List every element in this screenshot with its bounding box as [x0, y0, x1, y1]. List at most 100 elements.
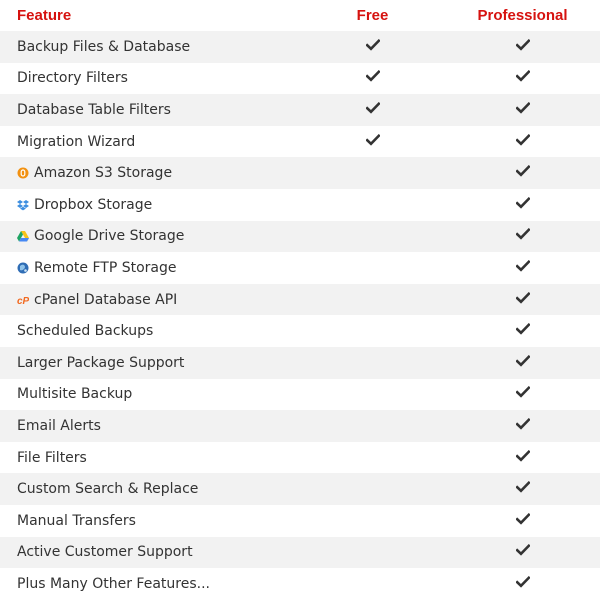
professional-cell: [445, 354, 600, 371]
feature-cell: Backup Files & Database: [0, 39, 300, 55]
check-icon: [515, 354, 530, 371]
feature-label: Plus Many Other Features...: [17, 575, 210, 592]
feature-label: Email Alerts: [17, 417, 101, 434]
professional-cell: [445, 481, 600, 497]
check-icon: [365, 70, 380, 86]
check-icon: [515, 259, 530, 276]
professional-cell: [445, 449, 600, 466]
feature-cell: Amazon S3 Storage: [0, 165, 300, 181]
feature-label: Larger Package Support: [17, 354, 185, 371]
table-row: Custom Search & Replace: [0, 473, 600, 505]
table-row: Database Table Filters: [0, 94, 600, 126]
feature-label: File Filters: [17, 449, 87, 466]
feature-label: Database Table Filters: [17, 101, 171, 118]
professional-cell: [445, 70, 600, 86]
feature-cell: Directory Filters: [0, 70, 300, 86]
professional-cell: [445, 512, 600, 529]
free-cell: [300, 133, 445, 150]
feature-cell: Migration Wizard: [0, 134, 300, 150]
table-row: Dropbox Storage: [0, 188, 600, 221]
table-row: Active Customer Support: [0, 536, 600, 569]
free-cell: [300, 38, 445, 55]
professional-cell: [445, 417, 600, 434]
feature-cell: Database Table Filters: [0, 102, 300, 118]
feature-label: Dropbox Storage: [34, 196, 153, 213]
check-icon: [515, 449, 530, 466]
amazon-s3-icon: [17, 167, 29, 179]
check-icon: [515, 323, 530, 339]
feature-cell: Custom Search & Replace: [0, 481, 300, 497]
feature-label: Active Customer Support: [17, 544, 193, 561]
table-row: Manual Transfers: [0, 504, 600, 537]
table-row: Google Drive Storage: [0, 220, 600, 253]
feature-cell: Multisite Backup: [0, 386, 300, 402]
check-icon: [515, 575, 530, 592]
table-row: Amazon S3 Storage: [0, 157, 600, 189]
feature-label: Amazon S3 Storage: [34, 165, 173, 182]
header-feature: Feature: [17, 7, 72, 24]
table-row: Plus Many Other Features...: [0, 568, 600, 600]
svg-text:cP: cP: [17, 296, 29, 306]
table-row: cP cPanel Database API: [0, 283, 600, 316]
feature-cell: Larger Package Support: [0, 355, 300, 371]
professional-cell: [445, 544, 600, 560]
feature-cell: Email Alerts: [0, 418, 300, 434]
feature-cell: Dropbox Storage: [0, 197, 300, 213]
free-cell: [300, 70, 445, 86]
check-icon: [515, 133, 530, 150]
professional-cell: [445, 38, 600, 55]
feature-cell: File Filters: [0, 450, 300, 466]
feature-label: Migration Wizard: [17, 133, 136, 150]
feature-label: Custom Search & Replace: [17, 481, 199, 498]
feature-cell: Plus Many Other Features...: [0, 576, 300, 592]
check-icon: [515, 228, 530, 244]
table-row: Scheduled Backups: [0, 315, 600, 347]
check-icon: [515, 417, 530, 434]
table-row: File Filters: [0, 441, 600, 474]
professional-cell: [445, 386, 600, 402]
check-icon: [365, 133, 380, 150]
check-icon: [515, 386, 530, 402]
professional-cell: [445, 291, 600, 308]
header-professional: Professional: [477, 7, 568, 24]
table-row: Directory Filters: [0, 62, 600, 95]
feature-label: Remote FTP Storage: [34, 259, 177, 276]
check-icon: [515, 101, 530, 118]
professional-cell: [445, 165, 600, 181]
professional-cell: [445, 228, 600, 244]
feature-cell: cP cPanel Database API: [0, 292, 300, 308]
table-row: Larger Package Support: [0, 346, 600, 379]
check-icon: [515, 291, 530, 308]
feature-label: Directory Filters: [17, 70, 128, 87]
feature-cell: Active Customer Support: [0, 544, 300, 560]
feature-cell: Scheduled Backups: [0, 323, 300, 339]
cpanel-icon: cP: [17, 294, 29, 306]
professional-cell: [445, 575, 600, 592]
feature-cell: Remote FTP Storage: [0, 260, 300, 276]
check-icon: [515, 196, 530, 213]
check-icon: [365, 101, 380, 118]
google-drive-icon: [17, 230, 29, 242]
table-row: Email Alerts: [0, 410, 600, 442]
ftp-globe-icon: [17, 262, 29, 274]
check-icon: [515, 70, 530, 86]
feature-label: Backup Files & Database: [17, 38, 191, 55]
feature-label: Scheduled Backups: [17, 323, 154, 340]
feature-comparison-table: Feature Free Professional Backup Files &…: [0, 0, 600, 600]
check-icon: [515, 165, 530, 181]
header-free: Free: [356, 7, 389, 24]
professional-cell: [445, 259, 600, 276]
check-icon: [515, 481, 530, 497]
feature-cell: Google Drive Storage: [0, 228, 300, 244]
feature-label: Multisite Backup: [17, 386, 133, 403]
check-icon: [515, 544, 530, 560]
professional-cell: [445, 101, 600, 118]
dropbox-icon: [17, 199, 29, 211]
table-body: Backup Files & Database Directory Filters…: [0, 31, 600, 600]
table-row: Remote FTP Storage: [0, 252, 600, 284]
table-row: Multisite Backup: [0, 378, 600, 411]
feature-label: cPanel Database API: [34, 291, 178, 308]
table-header: Feature Free Professional: [0, 0, 600, 31]
check-icon: [515, 38, 530, 55]
check-icon: [515, 512, 530, 529]
